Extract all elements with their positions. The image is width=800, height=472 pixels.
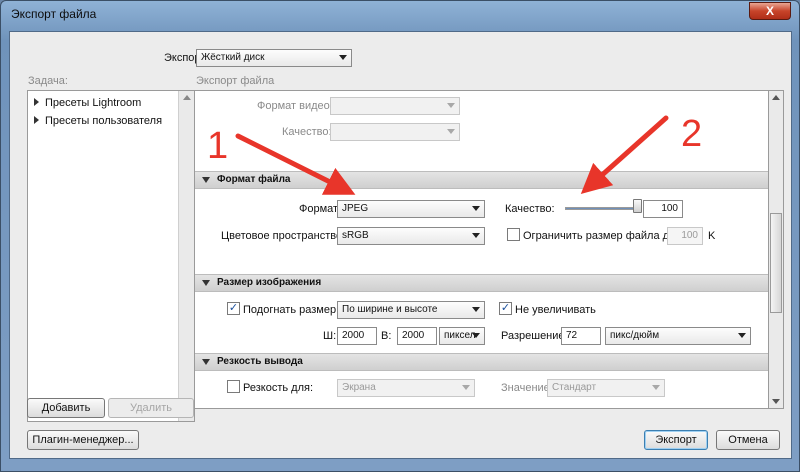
chevron-down-icon [652,385,660,390]
format-select[interactable]: JPEG [337,200,485,218]
close-button[interactable]: X [749,2,791,20]
height-label: В: [381,330,392,342]
chevron-down-icon [472,333,480,338]
limit-size-input[interactable]: 100 [667,227,703,245]
expand-arrow-icon[interactable] [34,116,39,124]
cancel-button[interactable]: Отмена [716,430,780,450]
resize-label: Подогнать размер [243,304,337,316]
sharpen-target-select[interactable]: Экрана [337,379,475,397]
resolution-unit-value: пикс/дюйм [610,330,660,341]
chevron-down-icon [472,307,480,312]
section-title: Резкость вывода [217,356,303,367]
height-input[interactable]: 2000 [397,327,437,345]
sharpen-checkbox[interactable] [227,380,240,393]
section-title: Формат файла [217,174,291,185]
no-enlarge-checkbox[interactable]: ✓ [499,302,512,315]
video-format-select[interactable] [330,97,460,115]
colorspace-select[interactable]: sRGB [337,227,485,245]
quality-slider-track[interactable] [565,207,638,210]
chevron-down-icon [339,55,347,60]
export-button[interactable]: Экспорт [644,430,708,450]
width-input[interactable]: 2000 [337,327,377,345]
scroll-down-icon[interactable] [772,399,780,404]
chevron-down-icon [447,129,455,134]
scroll-up-icon[interactable] [772,95,780,100]
scroll-up-icon[interactable] [183,95,191,100]
chevron-down-icon [738,333,746,338]
resize-mode-value: По ширине и высоте [342,304,438,315]
tree-scrollbar[interactable] [178,91,194,421]
resolution-label: Разрешение: [501,330,568,342]
quality-input[interactable]: 100 [643,200,683,218]
jpeg-quality-label: Качество: [505,203,555,215]
limit-size-label: Ограничить размер файла до: [523,230,679,242]
section-output-sharpening[interactable]: Резкость вывода [195,353,768,371]
resolution-unit-select[interactable]: пикс/дюйм [605,327,751,345]
tree-item-user-presets[interactable]: Пресеты пользователя [34,115,162,127]
settings-scrollbar[interactable] [768,90,784,409]
export-settings-panel: Формат видео: Качество: Формат файла Фор… [194,90,769,409]
sharpen-for-label: Резкость для: [243,382,314,394]
width-label: Ш: [323,330,337,342]
collapse-arrow-icon[interactable] [202,177,210,183]
chevron-down-icon [472,206,480,211]
collapse-arrow-icon[interactable] [202,280,210,286]
chevron-down-icon [447,103,455,108]
sharpen-target-value: Экрана [342,382,376,393]
video-format-label: Формат видео: [257,100,333,112]
add-preset-button[interactable]: Добавить [27,398,105,418]
format-label: Формат: [299,203,342,215]
sharpen-amount-label: Значение: [501,382,553,394]
quality-slider-thumb[interactable] [633,199,642,213]
dialog-body: Экспорт: Жёсткий диск Задача: Экспорт фа… [9,31,792,459]
remove-preset-button[interactable]: Удалить [108,398,194,418]
export-file-header: Экспорт файла [196,75,275,87]
limit-size-checkbox[interactable] [507,228,520,241]
video-quality-label: Качество: [282,126,332,138]
sharpen-amount-select[interactable]: Стандарт [547,379,665,397]
section-title: Размер изображения [217,277,322,288]
dialog-window: Экспорт файла X Экспорт: Жёсткий диск За… [0,0,800,472]
format-value: JPEG [342,203,369,214]
section-image-size[interactable]: Размер изображения [195,274,768,292]
limit-size-unit: K [708,230,716,242]
size-unit-select[interactable]: пиксел [439,327,485,345]
export-target-value: Жёсткий диск [201,52,265,63]
resize-mode-select[interactable]: По ширине и высоте [337,301,485,319]
resolution-input[interactable]: 72 [561,327,601,345]
window-title: Экспорт файла [11,7,97,21]
sharpen-amount-value: Стандарт [552,382,597,393]
video-quality-select[interactable] [330,123,460,141]
colorspace-value: sRGB [342,230,369,241]
expand-arrow-icon[interactable] [34,98,39,106]
chevron-down-icon [462,385,470,390]
size-unit-value: пиксел [444,330,476,341]
plugin-manager-button[interactable]: Плагин-менеджер... [27,430,139,450]
collapse-arrow-icon[interactable] [202,359,210,365]
tree-item-label: Пресеты пользователя [45,115,163,127]
no-enlarge-label: Не увеличивать [515,304,596,316]
quality-slider-fill [566,208,638,209]
task-header: Задача: [28,75,68,87]
chevron-down-icon [472,233,480,238]
preset-tree: Пресеты Lightroom Пресеты пользователя [27,90,195,422]
tree-item-label: Пресеты Lightroom [45,97,142,109]
section-file-format[interactable]: Формат файла [195,171,768,189]
title-bar[interactable]: Экспорт файла X [1,1,800,29]
colorspace-label: Цветовое пространство: [221,230,346,242]
export-target-select[interactable]: Жёсткий диск [196,49,352,67]
tree-item-lightroom-presets[interactable]: Пресеты Lightroom [34,97,141,109]
scroll-thumb[interactable] [770,213,782,313]
resize-checkbox[interactable]: ✓ [227,302,240,315]
